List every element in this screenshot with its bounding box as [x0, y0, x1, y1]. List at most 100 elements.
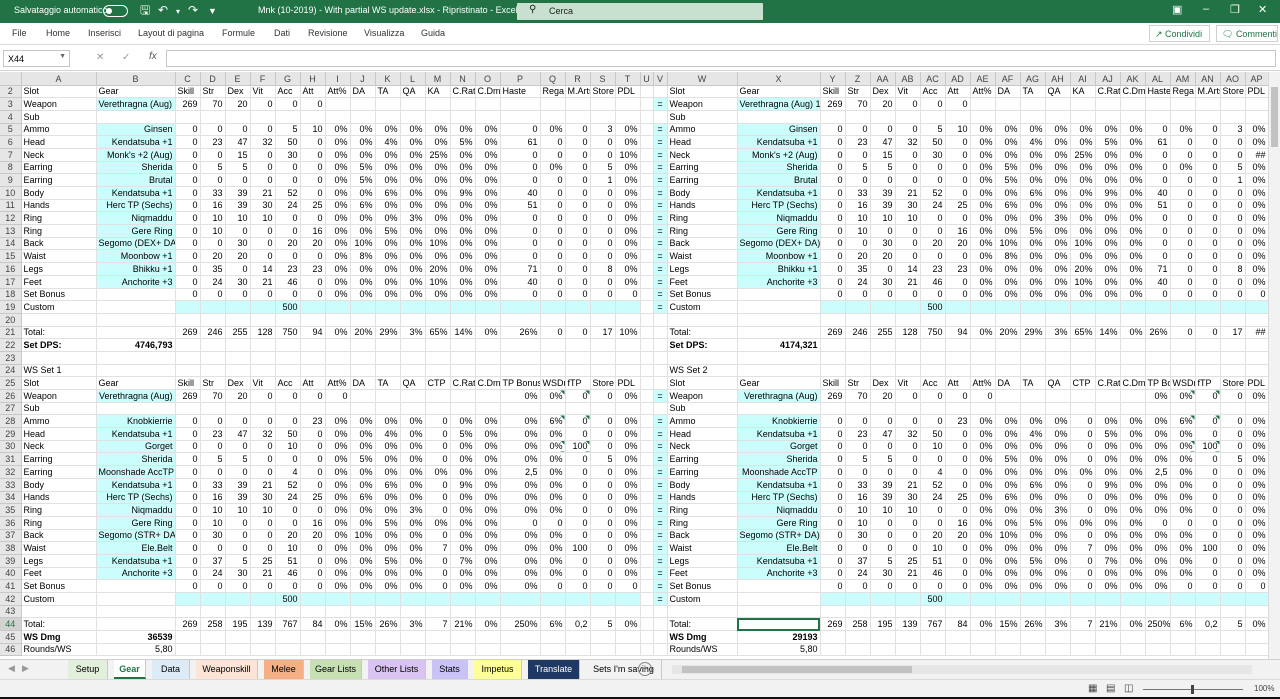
right-cell[interactable]: 0 [1195, 123, 1221, 137]
left-cell[interactable] [500, 338, 541, 352]
right-cell[interactable] [1045, 389, 1071, 403]
column-header[interactable]: S [590, 72, 616, 86]
right-cell[interactable]: 0% [1245, 529, 1269, 543]
right-cell[interactable] [1070, 402, 1096, 416]
left-cell[interactable]: 5,80 [96, 643, 176, 657]
left-cell[interactable]: 0 [300, 579, 326, 593]
right-cell[interactable]: 17 [1220, 326, 1246, 340]
right-cell[interactable] [1120, 592, 1146, 606]
right-cell[interactable]: 0% [970, 123, 996, 137]
left-cell[interactable]: 0% [325, 135, 351, 149]
right-cell[interactable]: 0% [970, 414, 996, 429]
left-cell[interactable]: 0% [425, 161, 451, 175]
left-cell[interactable]: 10 [200, 211, 226, 226]
right-cell[interactable] [970, 338, 996, 352]
left-cell[interactable]: Kendatsuba +1 [96, 427, 176, 441]
right-cell[interactable]: Brutal [737, 173, 821, 187]
right-cell[interactable]: Att% [970, 376, 996, 390]
left-cell[interactable]: 20% [425, 262, 451, 276]
right-cell[interactable] [1070, 389, 1096, 403]
left-cell[interactable]: 0% [400, 529, 426, 543]
left-cell[interactable]: WSDmg [540, 376, 566, 390]
right-cell[interactable] [995, 110, 1021, 124]
left-cell[interactable]: 5% [450, 135, 476, 149]
right-cell[interactable]: Kendatsuba +1 [737, 554, 821, 568]
right-cell[interactable]: 10% [995, 529, 1021, 543]
right-cell[interactable]: 9% [1095, 478, 1121, 492]
right-cell[interactable]: 0% [1120, 224, 1146, 238]
left-cell[interactable]: 0 [590, 427, 616, 441]
tab-sheet[interactable]: Stats [432, 660, 468, 679]
right-cell[interactable]: 32 [895, 427, 921, 441]
right-cell[interactable]: Gere Ring [737, 224, 821, 238]
column-header[interactable]: B [96, 72, 176, 86]
left-cell[interactable]: 0 [425, 579, 451, 593]
left-cell[interactable]: 0% [425, 516, 451, 530]
right-cell[interactable] [1245, 643, 1269, 657]
left-cell[interactable]: 0 [565, 135, 591, 149]
right-cell[interactable]: 9% [1095, 186, 1121, 200]
left-cell[interactable]: 3% [400, 503, 426, 517]
left-cell[interactable]: 5% [375, 554, 401, 568]
right-cell[interactable]: QA [1045, 85, 1071, 99]
left-cell[interactable] [475, 313, 501, 327]
equals-cell[interactable]: = [653, 186, 668, 200]
right-cell[interactable]: Store [1220, 85, 1246, 99]
right-cell[interactable]: 0 [1195, 173, 1221, 187]
left-cell[interactable] [250, 300, 276, 314]
left-cell[interactable]: 0% [375, 275, 401, 289]
right-cell[interactable]: 0 [920, 579, 946, 593]
left-cell[interactable]: 0 [175, 452, 201, 467]
right-cell[interactable]: 0 [920, 173, 946, 187]
right-cell[interactable] [870, 338, 896, 352]
left-cell[interactable]: Niqmaddu [96, 211, 176, 226]
spacer-cell[interactable] [640, 135, 654, 149]
right-cell[interactable]: 0 [820, 427, 846, 441]
left-cell[interactable]: 0 [590, 224, 616, 238]
left-cell[interactable]: 5% [350, 173, 376, 187]
left-cell[interactable]: 0 [250, 389, 276, 403]
right-cell[interactable]: 0 [1195, 478, 1221, 492]
right-cell[interactable] [1095, 313, 1121, 327]
right-cell[interactable] [1220, 313, 1246, 327]
left-cell[interactable]: 33 [200, 186, 226, 200]
left-cell[interactable] [325, 313, 351, 327]
row-header[interactable]: 44 [0, 617, 22, 632]
left-cell[interactable]: 0 [175, 123, 201, 137]
left-cell[interactable]: 0 [300, 186, 326, 200]
left-cell[interactable]: 0% [475, 148, 501, 162]
left-cell[interactable]: Set Bonus [21, 579, 97, 593]
right-cell[interactable] [1220, 97, 1246, 111]
search-box[interactable]: ⚲ Cerca [517, 3, 763, 20]
right-cell[interactable] [895, 110, 921, 124]
left-cell[interactable]: 0% [475, 249, 501, 264]
right-cell[interactable]: 0% [970, 516, 996, 530]
right-cell[interactable]: 0% [1170, 529, 1196, 543]
spacer-cell[interactable] [640, 85, 654, 99]
right-cell[interactable]: fTP [1195, 376, 1221, 390]
left-cell[interactable]: 7 [425, 541, 451, 555]
left-cell[interactable] [275, 402, 301, 416]
left-cell[interactable]: 0% [475, 414, 501, 429]
left-cell[interactable]: 100 [565, 541, 591, 555]
left-cell[interactable]: 35 [200, 262, 226, 276]
left-cell[interactable]: 0% [325, 541, 351, 555]
left-cell[interactable] [275, 313, 301, 327]
right-cell[interactable]: 0 [1220, 249, 1246, 264]
right-cell[interactable] [845, 364, 871, 378]
left-cell[interactable]: 0% [375, 465, 401, 479]
left-cell[interactable]: 0% [540, 567, 566, 581]
right-cell[interactable]: 5 [1220, 161, 1246, 175]
equals-cell[interactable]: = [653, 211, 668, 226]
right-cell[interactable] [667, 351, 738, 365]
equals-cell[interactable] [653, 313, 668, 327]
right-cell[interactable] [1145, 402, 1171, 416]
equals-cell[interactable]: = [653, 135, 668, 149]
right-cell[interactable]: 0% [995, 262, 1021, 276]
right-cell[interactable]: 24 [845, 275, 871, 289]
right-cell[interactable]: 0% [1245, 161, 1269, 175]
right-cell[interactable]: 195 [870, 617, 896, 632]
left-cell[interactable] [200, 110, 226, 124]
right-cell[interactable] [1095, 630, 1121, 644]
right-cell[interactable]: 0 [920, 249, 946, 264]
